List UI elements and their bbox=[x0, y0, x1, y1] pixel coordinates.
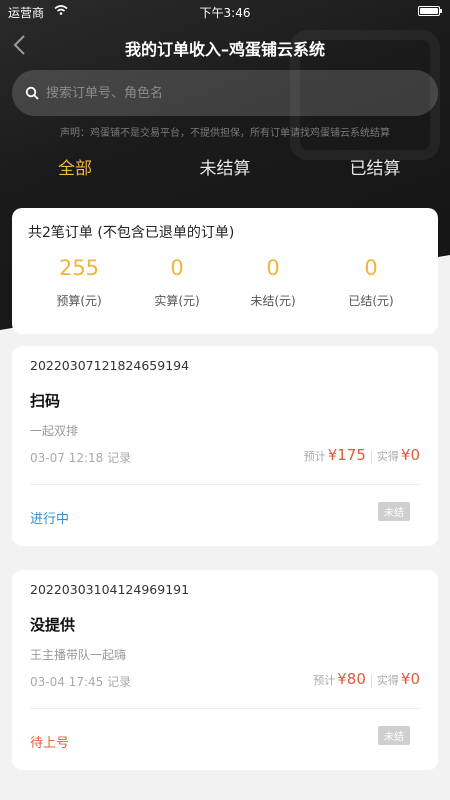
order-subtitle: 王主播带队一起嗨 bbox=[30, 648, 127, 662]
tab-settled[interactable]: 已结算 bbox=[315, 154, 435, 179]
settlement-badge: 未结 bbox=[378, 726, 410, 745]
estimate-amount: ¥175 bbox=[327, 446, 366, 464]
search-icon bbox=[25, 86, 39, 100]
divider bbox=[30, 484, 420, 485]
estimate-amount: ¥80 bbox=[337, 670, 366, 688]
order-status: 待上号 bbox=[30, 736, 70, 751]
divider bbox=[370, 450, 372, 464]
estimate-label: 预计 bbox=[303, 450, 326, 463]
stat-value: 0 bbox=[170, 256, 184, 280]
stat-label: 未结(元) bbox=[250, 294, 296, 308]
nav-bar: 我的订单收入–鸡蛋铺云系统 bbox=[0, 26, 450, 66]
order-amounts: 预计 ¥175 实得 ¥0 bbox=[304, 446, 420, 464]
order-name: 没提供 bbox=[30, 616, 76, 634]
order-amounts: 预计 ¥80 实得 ¥0 bbox=[313, 670, 420, 688]
stat-value: 0 bbox=[364, 256, 378, 280]
order-status: 进行中 bbox=[30, 512, 70, 527]
order-name: 扫码 bbox=[30, 392, 61, 410]
actual-label: 实得 bbox=[376, 674, 399, 687]
stat-value: 0 bbox=[266, 256, 280, 280]
summary-card: 共2笔订单 (不包含已退单的订单) 255 预算(元) 0 实算(元) 0 未结… bbox=[12, 208, 438, 334]
actual-label: 实得 bbox=[376, 450, 399, 463]
battery-icon bbox=[418, 6, 442, 16]
order-time: 03-04 17:45 记录 bbox=[30, 675, 132, 689]
stat-value: 255 bbox=[58, 256, 100, 280]
stat-label: 已结(元) bbox=[348, 294, 394, 308]
stat-label: 实算(元) bbox=[154, 294, 200, 308]
stat-settled: 0 已结(元) bbox=[326, 256, 416, 309]
page-title: 我的订单收入–鸡蛋铺云系统 bbox=[124, 40, 325, 59]
divider bbox=[370, 674, 372, 688]
disclaimer-text: 声明：鸡蛋铺不是交易平台，不提供担保，所有订单请找鸡蛋铺云系统结算 bbox=[60, 128, 390, 139]
stat-actual: 0 实算(元) bbox=[132, 256, 222, 309]
order-time: 03-07 12:18 记录 bbox=[30, 451, 132, 465]
order-number: 20220307121824659194 bbox=[30, 358, 190, 373]
stat-label: 预算(元) bbox=[56, 294, 102, 308]
summary-title: 共2笔订单 (不包含已退单的订单) bbox=[28, 225, 235, 241]
stat-budget: 255 预算(元) bbox=[34, 256, 124, 309]
stat-unsettled: 0 未结(元) bbox=[228, 256, 318, 309]
tab-all[interactable]: 全部 bbox=[15, 154, 135, 179]
order-number: 20220303104124969191 bbox=[30, 582, 190, 597]
actual-amount: ¥0 bbox=[400, 670, 420, 688]
divider bbox=[30, 708, 420, 709]
filter-tabs: 全部 未结算 已结算 bbox=[0, 150, 450, 186]
order-card[interactable]: 20220307121824659194 扫码 一起双排 03-07 12:18… bbox=[12, 346, 438, 546]
search-bar[interactable] bbox=[12, 70, 438, 116]
clock: 下午3:46 bbox=[199, 6, 251, 20]
estimate-label: 预计 bbox=[313, 674, 336, 687]
settlement-badge: 未结 bbox=[378, 502, 410, 521]
order-subtitle: 一起双排 bbox=[30, 424, 79, 438]
actual-amount: ¥0 bbox=[400, 446, 420, 464]
order-card[interactable]: 20220303104124969191 没提供 王主播带队一起嗨 03-04 … bbox=[12, 570, 438, 770]
status-bar: 运营商 下午3:46 bbox=[0, 0, 450, 22]
search-input[interactable] bbox=[46, 70, 426, 116]
tab-unsettled[interactable]: 未结算 bbox=[165, 154, 285, 179]
